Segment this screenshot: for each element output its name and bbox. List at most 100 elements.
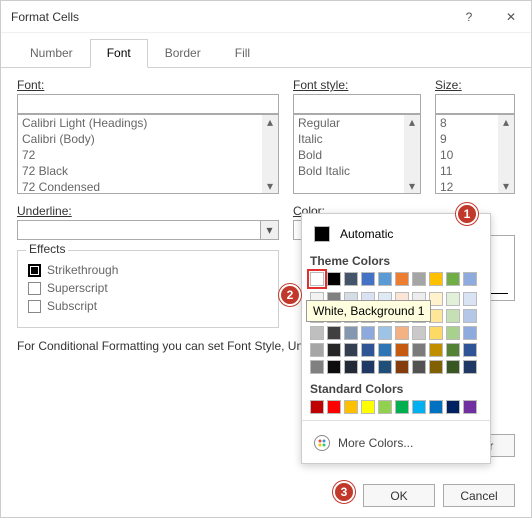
shade-swatch[interactable] — [463, 292, 477, 306]
shade-swatch[interactable] — [429, 343, 443, 357]
shade-swatch[interactable] — [310, 360, 324, 374]
size-list[interactable]: 8 9 10 11 12 14 ▴▾ — [435, 114, 515, 194]
shade-swatch[interactable] — [429, 326, 443, 340]
format-cells-dialog: Format Cells ? ✕ Number Font Border Fill… — [0, 0, 532, 518]
shade-swatch[interactable] — [463, 343, 477, 357]
dialog-footer: OK Cancel — [363, 484, 515, 507]
shade-swatch[interactable] — [361, 343, 375, 357]
color-tooltip: White, Background 1 — [306, 300, 431, 322]
list-item[interactable]: Calibri (Body) — [18, 131, 278, 147]
tab-fill[interactable]: Fill — [218, 39, 267, 67]
shade-swatch[interactable] — [344, 343, 358, 357]
list-item[interactable]: Bold — [294, 147, 420, 163]
shade-swatch[interactable] — [344, 326, 358, 340]
shade-swatch[interactable] — [446, 292, 460, 306]
shade-swatch[interactable] — [395, 343, 409, 357]
annotation-badge-2: 2 — [279, 284, 301, 306]
automatic-color[interactable]: Automatic — [310, 222, 482, 246]
shade-swatch[interactable] — [361, 326, 375, 340]
superscript-checkbox[interactable]: Superscript — [28, 281, 268, 295]
standard-swatch[interactable] — [412, 400, 426, 414]
theme-swatch[interactable] — [463, 272, 477, 286]
scrollbar[interactable]: ▴▾ — [498, 115, 514, 193]
font-style-label: Font style: — [293, 78, 421, 92]
shade-swatch[interactable] — [327, 360, 341, 374]
shade-swatch[interactable] — [327, 343, 341, 357]
more-colors[interactable]: More Colors... — [310, 431, 482, 455]
cancel-button[interactable]: Cancel — [443, 484, 515, 507]
annotation-badge-3: 3 — [333, 481, 355, 503]
tab-number[interactable]: Number — [13, 39, 90, 67]
shade-swatch[interactable] — [378, 343, 392, 357]
shade-swatch[interactable] — [378, 326, 392, 340]
annotation-badge-1: 1 — [456, 203, 478, 225]
theme-swatch[interactable] — [395, 272, 409, 286]
list-item[interactable]: Italic — [294, 131, 420, 147]
shade-swatch[interactable] — [412, 343, 426, 357]
chevron-down-icon: ▾ — [260, 221, 278, 239]
list-item[interactable]: Bold Italic — [294, 163, 420, 179]
list-item[interactable]: 72 Condensed — [18, 179, 278, 194]
subscript-checkbox[interactable]: Subscript — [28, 299, 268, 313]
font-input[interactable] — [17, 94, 279, 114]
shade-swatch[interactable] — [344, 360, 358, 374]
theme-swatch[interactable] — [310, 272, 324, 286]
theme-swatch[interactable] — [429, 272, 443, 286]
shade-swatch[interactable] — [463, 360, 477, 374]
theme-colors-label: Theme Colors — [310, 254, 482, 268]
list-item[interactable]: Calibri Light (Headings) — [18, 115, 278, 131]
underline-dropdown[interactable]: ▾ — [17, 220, 279, 240]
standard-swatch[interactable] — [395, 400, 409, 414]
theme-swatch[interactable] — [412, 272, 426, 286]
theme-swatch[interactable] — [446, 272, 460, 286]
shade-swatch[interactable] — [412, 326, 426, 340]
shade-swatch[interactable] — [429, 360, 443, 374]
scrollbar[interactable]: ▴▾ — [262, 115, 278, 193]
effects-fieldset: Effects Strikethrough Superscript Subscr… — [17, 250, 279, 328]
standard-swatch[interactable] — [378, 400, 392, 414]
shade-swatch[interactable] — [310, 343, 324, 357]
strikethrough-checkbox[interactable]: Strikethrough — [28, 263, 268, 277]
theme-swatch[interactable] — [344, 272, 358, 286]
list-item[interactable]: 72 — [18, 147, 278, 163]
font-list[interactable]: Calibri Light (Headings) Calibri (Body) … — [17, 114, 279, 194]
standard-swatch[interactable] — [327, 400, 341, 414]
tab-border[interactable]: Border — [148, 39, 218, 67]
tab-strip: Number Font Border Fill — [1, 33, 531, 68]
standard-swatch[interactable] — [446, 400, 460, 414]
theme-swatch[interactable] — [361, 272, 375, 286]
standard-swatch[interactable] — [429, 400, 443, 414]
size-input[interactable] — [435, 94, 515, 114]
shade-swatch[interactable] — [395, 326, 409, 340]
standard-swatch[interactable] — [361, 400, 375, 414]
shade-swatch[interactable] — [446, 360, 460, 374]
shade-swatch[interactable] — [463, 326, 477, 340]
shade-swatch[interactable] — [412, 360, 426, 374]
standard-swatch[interactable] — [310, 400, 324, 414]
standard-colors-label: Standard Colors — [310, 382, 482, 396]
list-item[interactable]: 72 Black — [18, 163, 278, 179]
tab-font[interactable]: Font — [90, 39, 148, 68]
shade-swatch[interactable] — [446, 309, 460, 323]
font-style-list[interactable]: Regular Italic Bold Bold Italic ▴▾ — [293, 114, 421, 194]
close-button[interactable]: ✕ — [499, 10, 523, 24]
theme-swatch[interactable] — [327, 272, 341, 286]
color-picker-panel: Automatic Theme Colors White, Background… — [301, 213, 491, 464]
theme-swatch[interactable] — [378, 272, 392, 286]
standard-swatch[interactable] — [344, 400, 358, 414]
font-style-input[interactable] — [293, 94, 421, 114]
shade-swatch[interactable] — [378, 360, 392, 374]
standard-swatch[interactable] — [463, 400, 477, 414]
shade-swatch[interactable] — [395, 360, 409, 374]
shade-swatch[interactable] — [327, 326, 341, 340]
shade-swatch[interactable] — [310, 326, 324, 340]
shade-swatch[interactable] — [361, 360, 375, 374]
scrollbar[interactable]: ▴▾ — [404, 115, 420, 193]
help-button[interactable]: ? — [457, 10, 481, 24]
ok-button[interactable]: OK — [363, 484, 435, 507]
shade-swatch[interactable] — [446, 343, 460, 357]
shade-swatch[interactable] — [463, 309, 477, 323]
shade-swatch[interactable] — [446, 326, 460, 340]
list-item[interactable]: Regular — [294, 115, 420, 131]
theme-colors-row — [310, 272, 482, 286]
